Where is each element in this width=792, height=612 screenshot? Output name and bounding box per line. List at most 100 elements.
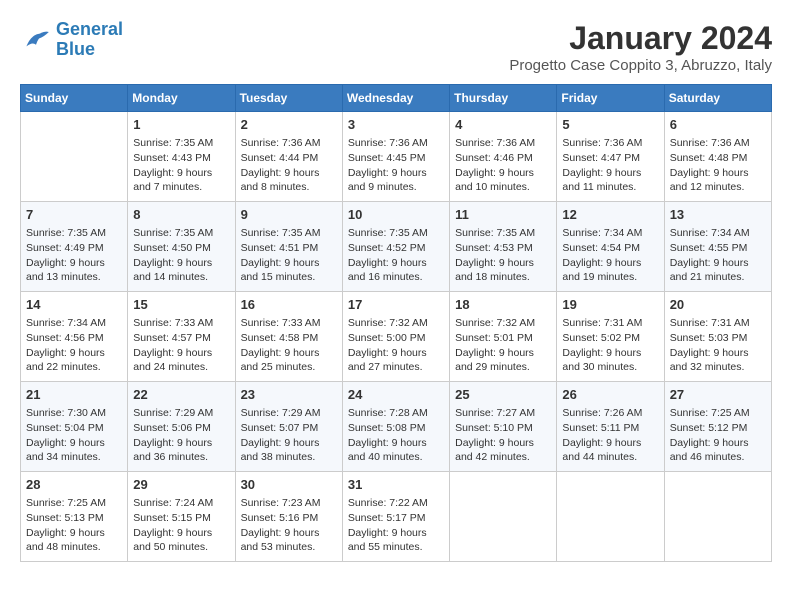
day-info: Sunrise: 7:35 AMSunset: 4:51 PMDaylight:… xyxy=(241,226,337,285)
day-info: Sunrise: 7:35 AMSunset: 4:43 PMDaylight:… xyxy=(133,136,229,195)
day-number: 24 xyxy=(348,386,444,404)
calendar-cell xyxy=(450,472,557,562)
calendar-cell: 5Sunrise: 7:36 AMSunset: 4:47 PMDaylight… xyxy=(557,112,664,202)
logo-line1: General xyxy=(56,19,123,39)
calendar-header: SundayMondayTuesdayWednesdayThursdayFrid… xyxy=(21,85,772,112)
day-number: 22 xyxy=(133,386,229,404)
calendar-cell: 12Sunrise: 7:34 AMSunset: 4:54 PMDayligh… xyxy=(557,202,664,292)
title-block: January 2024 Progetto Case Coppito 3, Ab… xyxy=(509,20,772,74)
calendar-week-0: 1 Sunrise: 7:35 AMSunset: 4:43 PMDaylight… xyxy=(21,112,772,202)
calendar-week-4: 28 Sunrise: 7:25 AMSunset: 5:13 PMDayligh… xyxy=(21,472,772,562)
day-info: Sunrise: 7:32 AMSunset: 5:00 PMDaylight:… xyxy=(348,316,444,375)
day-info: Sunrise: 7:36 AMSunset: 4:44 PMDaylight:… xyxy=(241,136,337,195)
calendar-cell: 3 Sunrise: 7:36 AMSunset: 4:45 PMDaylight… xyxy=(342,112,449,202)
header-day-friday: Friday xyxy=(557,85,664,112)
month-title: January 2024 xyxy=(509,20,772,57)
day-info: Sunrise: 7:29 AMSunset: 5:07 PMDaylight:… xyxy=(241,406,337,465)
day-info: Sunrise: 7:35 AMSunset: 4:53 PMDaylight:… xyxy=(455,226,551,285)
day-number: 16 xyxy=(241,296,337,314)
day-info: Sunrise: 7:34 AMSunset: 4:55 PMDaylight:… xyxy=(670,226,766,285)
day-number: 4 xyxy=(455,116,551,134)
day-info: Sunrise: 7:29 AMSunset: 5:06 PMDaylight:… xyxy=(133,406,229,465)
calendar-cell: 26Sunrise: 7:26 AMSunset: 5:11 PMDayligh… xyxy=(557,382,664,472)
day-number: 26 xyxy=(562,386,658,404)
header-day-tuesday: Tuesday xyxy=(235,85,342,112)
day-info: Sunrise: 7:22 AMSunset: 5:17 PMDaylight:… xyxy=(348,496,444,555)
day-info: Sunrise: 7:27 AMSunset: 5:10 PMDaylight:… xyxy=(455,406,551,465)
calendar-cell: 23 Sunrise: 7:29 AMSunset: 5:07 PMDayligh… xyxy=(235,382,342,472)
logo: General Blue xyxy=(20,20,123,60)
day-info: Sunrise: 7:28 AMSunset: 5:08 PMDaylight:… xyxy=(348,406,444,465)
page-header: General Blue January 2024 Progetto Case … xyxy=(20,20,772,74)
day-info: Sunrise: 7:36 AMSunset: 4:45 PMDaylight:… xyxy=(348,136,444,195)
day-number: 3 xyxy=(348,116,444,134)
day-number: 2 xyxy=(241,116,337,134)
day-info: Sunrise: 7:35 AMSunset: 4:49 PMDaylight:… xyxy=(26,226,122,285)
header-day-thursday: Thursday xyxy=(450,85,557,112)
logo-text: General Blue xyxy=(56,20,123,60)
day-number: 23 xyxy=(241,386,337,404)
calendar-cell: 18Sunrise: 7:32 AMSunset: 5:01 PMDayligh… xyxy=(450,292,557,382)
calendar-cell: 19 Sunrise: 7:31 AMSunset: 5:02 PMDayligh… xyxy=(557,292,664,382)
day-number: 1 xyxy=(133,116,229,134)
calendar-cell: 7 Sunrise: 7:35 AMSunset: 4:49 PMDaylight… xyxy=(21,202,128,292)
calendar-cell: 2 Sunrise: 7:36 AMSunset: 4:44 PMDaylight… xyxy=(235,112,342,202)
day-info: Sunrise: 7:25 AMSunset: 5:12 PMDaylight:… xyxy=(670,406,766,465)
day-info: Sunrise: 7:36 AMSunset: 4:48 PMDaylight:… xyxy=(670,136,766,195)
day-info: Sunrise: 7:31 AMSunset: 5:03 PMDaylight:… xyxy=(670,316,766,375)
day-info: Sunrise: 7:35 AMSunset: 4:52 PMDaylight:… xyxy=(348,226,444,285)
day-number: 25 xyxy=(455,386,551,404)
day-number: 12 xyxy=(562,206,658,224)
calendar-cell: 8Sunrise: 7:35 AMSunset: 4:50 PMDaylight… xyxy=(128,202,235,292)
day-number: 21 xyxy=(26,386,122,404)
day-number: 5 xyxy=(562,116,658,134)
calendar-cell: 27Sunrise: 7:25 AMSunset: 5:12 PMDayligh… xyxy=(664,382,771,472)
header-day-saturday: Saturday xyxy=(664,85,771,112)
day-number: 20 xyxy=(670,296,766,314)
logo-icon xyxy=(20,24,52,56)
calendar-cell: 4Sunrise: 7:36 AMSunset: 4:46 PMDaylight… xyxy=(450,112,557,202)
header-day-wednesday: Wednesday xyxy=(342,85,449,112)
calendar-cell xyxy=(664,472,771,562)
day-number: 13 xyxy=(670,206,766,224)
calendar-cell xyxy=(21,112,128,202)
day-info: Sunrise: 7:31 AMSunset: 5:02 PMDaylight:… xyxy=(562,316,658,375)
day-info: Sunrise: 7:35 AMSunset: 4:50 PMDaylight:… xyxy=(133,226,229,285)
calendar-body: 1 Sunrise: 7:35 AMSunset: 4:43 PMDaylight… xyxy=(21,112,772,562)
calendar-cell: 9 Sunrise: 7:35 AMSunset: 4:51 PMDaylight… xyxy=(235,202,342,292)
location-subtitle: Progetto Case Coppito 3, Abruzzo, Italy xyxy=(509,57,772,74)
calendar-cell: 24 Sunrise: 7:28 AMSunset: 5:08 PMDayligh… xyxy=(342,382,449,472)
day-number: 17 xyxy=(348,296,444,314)
calendar-cell: 22 Sunrise: 7:29 AMSunset: 5:06 PMDayligh… xyxy=(128,382,235,472)
day-number: 9 xyxy=(241,206,337,224)
day-info: Sunrise: 7:25 AMSunset: 5:13 PMDaylight:… xyxy=(26,496,122,555)
header-day-sunday: Sunday xyxy=(21,85,128,112)
calendar-cell: 13 Sunrise: 7:34 AMSunset: 4:55 PMDayligh… xyxy=(664,202,771,292)
calendar-cell: 31Sunrise: 7:22 AMSunset: 5:17 PMDayligh… xyxy=(342,472,449,562)
day-number: 6 xyxy=(670,116,766,134)
day-number: 19 xyxy=(562,296,658,314)
day-info: Sunrise: 7:32 AMSunset: 5:01 PMDaylight:… xyxy=(455,316,551,375)
calendar-table: SundayMondayTuesdayWednesdayThursdayFrid… xyxy=(20,84,772,562)
day-info: Sunrise: 7:30 AMSunset: 5:04 PMDaylight:… xyxy=(26,406,122,465)
header-day-monday: Monday xyxy=(128,85,235,112)
header-row: SundayMondayTuesdayWednesdayThursdayFrid… xyxy=(21,85,772,112)
day-number: 15 xyxy=(133,296,229,314)
calendar-cell: 21 Sunrise: 7:30 AMSunset: 5:04 PMDayligh… xyxy=(21,382,128,472)
calendar-cell: 25 Sunrise: 7:27 AMSunset: 5:10 PMDayligh… xyxy=(450,382,557,472)
calendar-week-2: 14Sunrise: 7:34 AMSunset: 4:56 PMDayligh… xyxy=(21,292,772,382)
calendar-cell: 28 Sunrise: 7:25 AMSunset: 5:13 PMDayligh… xyxy=(21,472,128,562)
calendar-cell: 30Sunrise: 7:23 AMSunset: 5:16 PMDayligh… xyxy=(235,472,342,562)
day-info: Sunrise: 7:33 AMSunset: 4:58 PMDaylight:… xyxy=(241,316,337,375)
day-number: 14 xyxy=(26,296,122,314)
calendar-cell: 29Sunrise: 7:24 AMSunset: 5:15 PMDayligh… xyxy=(128,472,235,562)
calendar-cell: 1 Sunrise: 7:35 AMSunset: 4:43 PMDaylight… xyxy=(128,112,235,202)
calendar-cell: 20 Sunrise: 7:31 AMSunset: 5:03 PMDayligh… xyxy=(664,292,771,382)
calendar-cell: 17 Sunrise: 7:32 AMSunset: 5:00 PMDayligh… xyxy=(342,292,449,382)
day-number: 7 xyxy=(26,206,122,224)
calendar-cell: 11Sunrise: 7:35 AMSunset: 4:53 PMDayligh… xyxy=(450,202,557,292)
calendar-cell: 14Sunrise: 7:34 AMSunset: 4:56 PMDayligh… xyxy=(21,292,128,382)
day-number: 28 xyxy=(26,476,122,494)
calendar-cell: 16 Sunrise: 7:33 AMSunset: 4:58 PMDayligh… xyxy=(235,292,342,382)
day-number: 10 xyxy=(348,206,444,224)
